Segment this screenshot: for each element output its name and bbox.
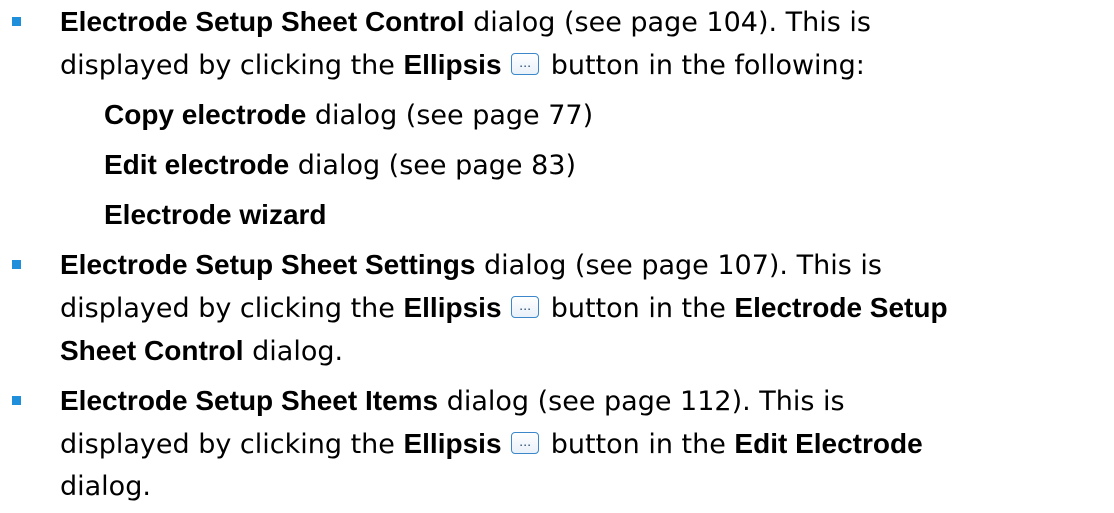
item-2-line-1: Electrode Setup Sheet Settings dialog (s…	[60, 243, 882, 287]
item-2-target-part-1: Electrode Setup	[734, 292, 948, 323]
ellipsis-glyph: …	[519, 435, 532, 449]
ellipsis-button-icon: …	[511, 296, 540, 318]
subitem-1: Copy electrode dialog (see page 77)	[104, 93, 593, 137]
subitem-3: Electrode wizard	[104, 193, 327, 237]
item-3-prefix: displayed by clicking the	[60, 429, 404, 460]
item-2-line-3: Sheet Control dialog.	[60, 329, 343, 373]
item-2-target-part-2: Sheet Control	[60, 335, 244, 366]
item-3-line-2: displayed by clicking the Ellipsis … but…	[60, 422, 923, 466]
ellipsis-glyph: …	[519, 56, 532, 70]
bullet-icon	[12, 17, 21, 26]
item-2-text: dialog (see page 107). This is	[475, 250, 882, 281]
ellipsis-label: Ellipsis	[403, 428, 502, 459]
item-1-line-1: Electrode Setup Sheet Control dialog (se…	[60, 0, 871, 44]
subitem-2: Edit electrode dialog (see page 83)	[104, 143, 576, 187]
item-3-target: Edit Electrode	[734, 428, 923, 459]
ellipsis-button-icon: …	[511, 432, 540, 454]
subitem-2-title: Edit electrode	[104, 149, 290, 180]
item-3-title: Electrode Setup Sheet Items	[60, 385, 439, 416]
item-2-prefix: displayed by clicking the	[60, 293, 404, 324]
subitem-2-text: dialog (see page 83)	[289, 150, 576, 181]
bullet-icon	[12, 396, 21, 405]
item-3-suffix: dialog.	[60, 471, 151, 502]
item-2-line-2: displayed by clicking the Ellipsis … but…	[60, 286, 948, 330]
item-1-line-2: displayed by clicking the Ellipsis … but…	[60, 43, 865, 87]
subitem-1-title: Copy electrode	[104, 99, 307, 130]
item-1-title: Electrode Setup Sheet Control	[60, 6, 465, 37]
ellipsis-label: Ellipsis	[403, 49, 502, 80]
subitem-1-text: dialog (see page 77)	[306, 100, 594, 131]
item-3-mid: button in the	[542, 429, 735, 460]
item-1-suffix: button in the following:	[542, 50, 865, 81]
item-3-line-1: Electrode Setup Sheet Items dialog (see …	[60, 379, 845, 423]
ellipsis-glyph: …	[519, 299, 532, 313]
item-2-title: Electrode Setup Sheet Settings	[60, 249, 476, 280]
bullet-icon	[12, 260, 21, 269]
item-2-mid: button in the	[542, 293, 735, 324]
item-2-suffix: dialog.	[243, 336, 344, 367]
ellipsis-button-icon: …	[511, 53, 540, 75]
ellipsis-label: Ellipsis	[403, 292, 502, 323]
document-page: Electrode Setup Sheet Control dialog (se…	[0, 0, 1114, 513]
item-1-prefix: displayed by clicking the	[60, 50, 404, 81]
item-3-line-3: dialog.	[60, 465, 151, 508]
item-1-text: dialog (see page 104). This is	[464, 7, 871, 38]
subitem-3-title: Electrode wizard	[104, 199, 327, 230]
item-3-text: dialog (see page 112). This is	[438, 386, 845, 417]
